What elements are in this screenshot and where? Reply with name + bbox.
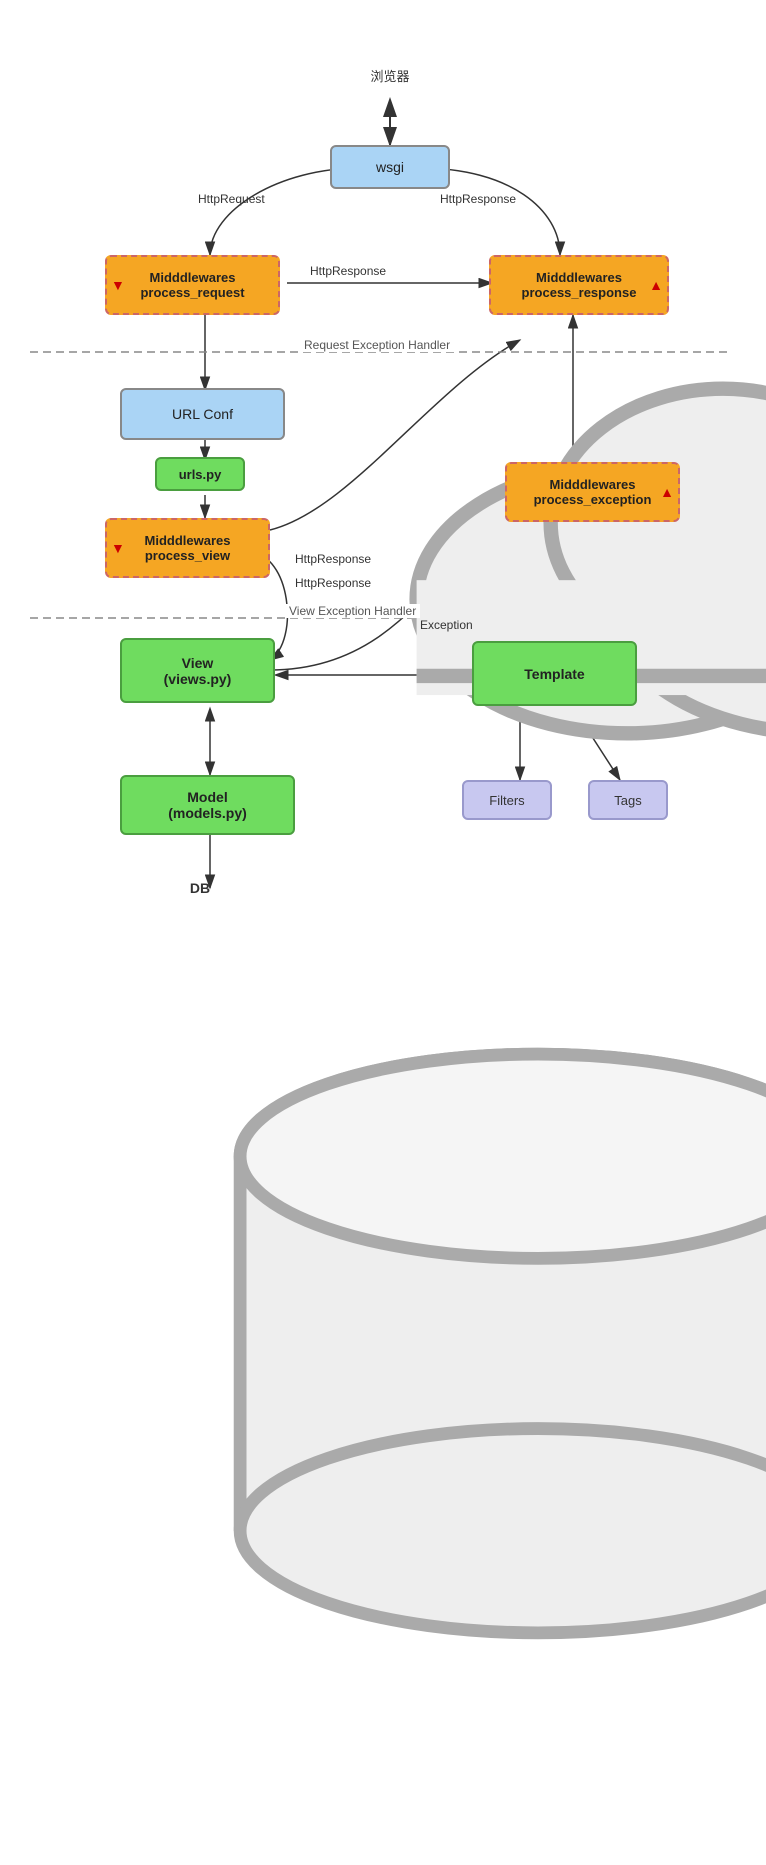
- model-node: Model (models.py): [120, 775, 295, 835]
- middleware-response-label: Midddlewares: [522, 270, 637, 285]
- view-exception-label: View Exception Handler: [285, 604, 420, 618]
- http-response-lower-label: HttpResponse: [295, 576, 371, 590]
- view-label: View: [164, 655, 232, 671]
- view-sublabel: (views.py): [164, 671, 232, 687]
- wsgi-node: wsgi: [330, 145, 450, 189]
- middleware-view-label: Midddlewares: [145, 533, 231, 548]
- middleware-exception-label: Midddlewares: [534, 477, 652, 492]
- middleware-request-sublabel: process_request: [140, 285, 244, 300]
- db-node: DB: [155, 890, 245, 896]
- filters-node: Filters: [462, 780, 552, 820]
- middleware-request-label: Midddlewares: [140, 270, 244, 285]
- tags-label: Tags: [614, 793, 641, 808]
- template-label: Template: [524, 666, 584, 682]
- http-response-view-label: HttpResponse: [295, 552, 371, 566]
- model-sublabel: (models.py): [168, 805, 247, 821]
- http-response-mid-label: HttpResponse: [310, 264, 386, 278]
- browser-node: 浏览器: [340, 40, 440, 115]
- middleware-request-node: Midddlewares process_request ▼: [105, 255, 280, 315]
- middleware-response-node: Midddlewares process_response ▲: [489, 255, 669, 315]
- urls-py-label: urls.py: [179, 467, 222, 482]
- urls-py-node: urls.py: [155, 457, 245, 491]
- url-conf-node: URL Conf: [120, 388, 285, 440]
- http-request-label: HttpRequest: [198, 192, 265, 206]
- wsgi-label: wsgi: [376, 159, 404, 175]
- middleware-view-node: Midddlewares process_view ▼: [105, 518, 270, 578]
- model-label: Model: [168, 789, 247, 805]
- url-conf-label: URL Conf: [172, 406, 233, 422]
- middleware-exception-node: Midddlewares process_exception ▲: [505, 462, 680, 522]
- template-node: Template: [472, 641, 637, 706]
- middleware-view-sublabel: process_view: [145, 548, 231, 563]
- middleware-exception-sublabel: process_exception: [534, 492, 652, 507]
- http-response-wsgi-label: HttpResponse: [440, 192, 516, 206]
- request-exception-label: Request Exception Handler: [300, 338, 454, 352]
- filters-label: Filters: [489, 793, 524, 808]
- view-node: View (views.py): [120, 638, 275, 703]
- middleware-response-sublabel: process_response: [522, 285, 637, 300]
- exception-label: Exception: [420, 618, 473, 632]
- tags-node: Tags: [588, 780, 668, 820]
- diagram-container: 浏览器 wsgi HttpRequest HttpResponse Midddl…: [0, 0, 766, 975]
